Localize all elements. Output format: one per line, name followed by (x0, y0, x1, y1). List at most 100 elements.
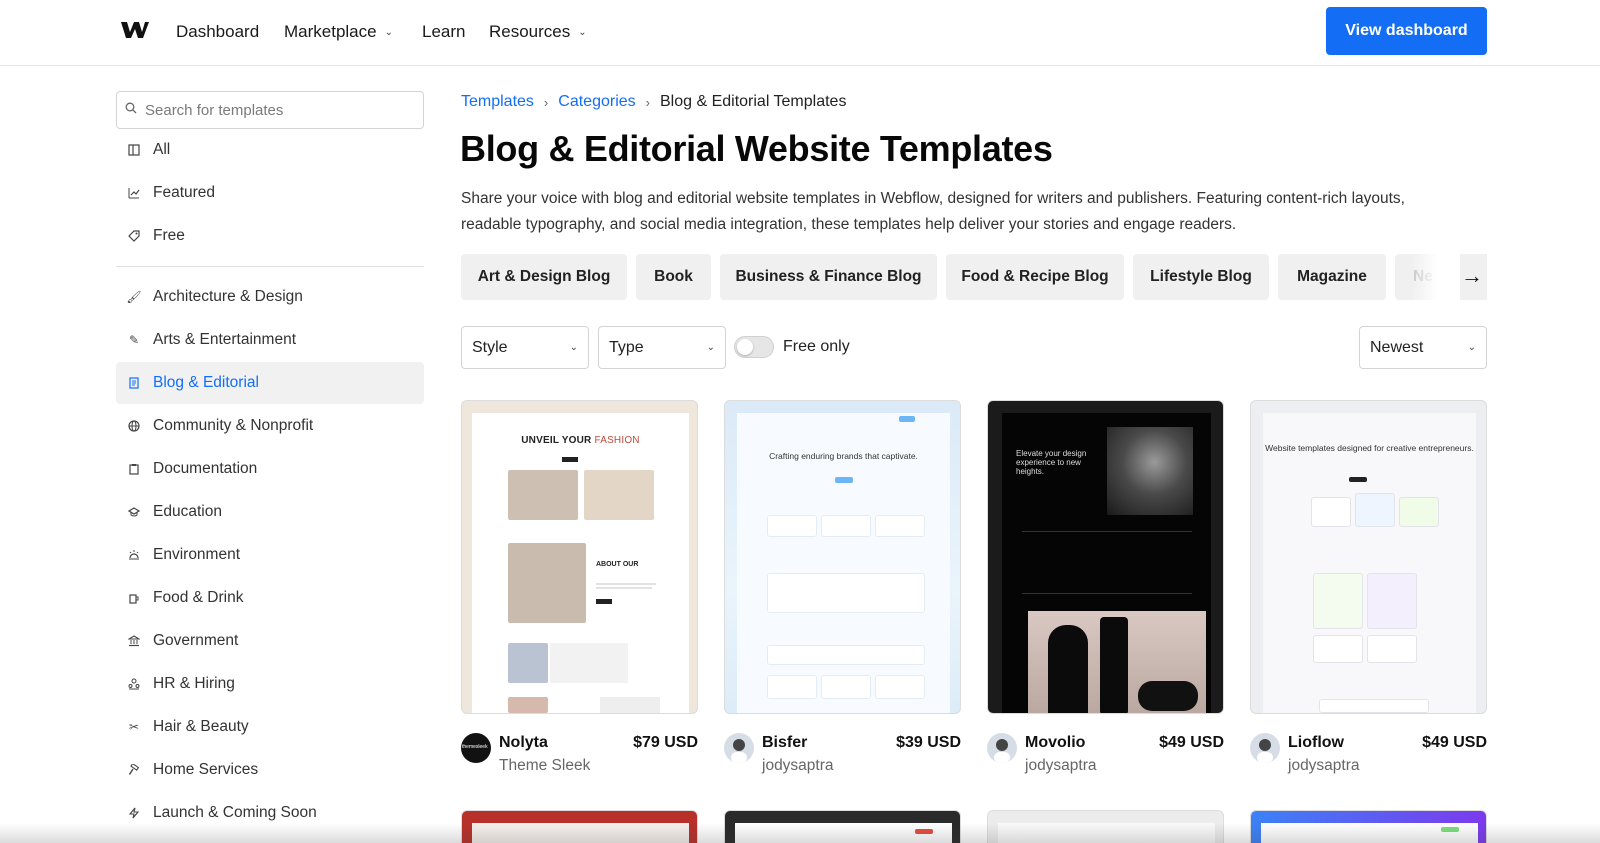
template-thumbnail[interactable]: Elevate your design experience to new he… (987, 400, 1224, 714)
template-name[interactable]: Lioflow (1288, 734, 1344, 752)
template-card[interactable]: Crafting enduring brands that captivate.… (724, 400, 961, 789)
template-author[interactable]: jodysaptra (762, 757, 834, 775)
thumb-divider (1022, 593, 1192, 594)
hammer-icon (127, 763, 141, 777)
webflow-logo-icon[interactable] (121, 20, 149, 40)
chevron-down-icon: ⌄ (569, 342, 578, 353)
sidebar-item-community-nonprofit[interactable]: Community & Nonprofit (116, 405, 424, 447)
template-search[interactable] (116, 91, 424, 129)
breadcrumb-categories-link[interactable]: Categories (558, 93, 635, 111)
top-navigation: Dashboard Marketplace ⌄ Learn Resources … (0, 0, 1600, 66)
template-name[interactable]: Bisfer (762, 734, 807, 752)
thumb-button (1349, 477, 1367, 482)
search-icon (125, 101, 137, 119)
chip-lifestyle-blog[interactable]: Lifestyle Blog (1133, 254, 1269, 300)
chip-book[interactable]: Book (636, 254, 711, 300)
template-thumbnail[interactable]: Website templates designed for creative … (1250, 400, 1487, 714)
thumbnail-headline: Elevate your design experience to new he… (1016, 449, 1087, 476)
sidebar-item-documentation[interactable]: Documentation (116, 448, 424, 490)
thumb-button (596, 599, 612, 604)
template-price: $49 USD (1159, 734, 1224, 751)
template-card-thumbnail[interactable] (1250, 810, 1487, 843)
thumb-preview (1311, 497, 1351, 527)
chip-art-design-blog[interactable]: Art & Design Blog (461, 254, 627, 300)
thumb-preview (1367, 573, 1417, 629)
sidebar-item-free[interactable]: Free (116, 215, 424, 257)
people-icon (127, 677, 141, 691)
thumb-button (915, 829, 933, 834)
template-thumbnail[interactable]: UNVEIL YOUR FASHION ABOUT OUR (461, 400, 698, 714)
pen-icon: ✎ (128, 333, 140, 347)
sidebar-item-hair-beauty[interactable]: ✂ Hair & Beauty (116, 706, 424, 748)
template-card[interactable]: Elevate your design experience to new he… (987, 400, 1224, 789)
thumb-feature (875, 515, 925, 537)
chevron-down-icon: ⌄ (706, 342, 715, 353)
sidebar-item-hr-hiring[interactable]: HR & Hiring (116, 663, 424, 705)
template-card[interactable]: Website templates designed for creative … (1250, 400, 1487, 789)
clipboard-icon (127, 462, 141, 476)
nav-dashboard[interactable]: Dashboard (176, 20, 259, 44)
thumb-block (600, 697, 660, 713)
thumbnail-headline: Crafting enduring brands that captivate. (769, 451, 918, 461)
sidebar-item-launch-coming-soon[interactable]: Launch & Coming Soon (116, 792, 424, 834)
sidebar-item-label: Food & Drink (153, 589, 244, 606)
style-filter-select[interactable]: Style ⌄ (461, 326, 589, 369)
sidebar-item-government[interactable]: Government (116, 620, 424, 662)
subcategory-chips: Art & Design Blog Book Business & Financ… (461, 254, 1487, 300)
sidebar-item-education[interactable]: Education (116, 491, 424, 533)
style-filter-value: Style (472, 338, 508, 356)
thumb-section-title: ABOUT OUR (596, 561, 639, 568)
sidebar-item-environment[interactable]: Environment (116, 534, 424, 576)
sidebar-item-home-services[interactable]: Home Services (116, 749, 424, 791)
sidebar-item-label: Documentation (153, 460, 258, 477)
sidebar-item-blog-editorial[interactable]: Blog & Editorial (116, 362, 424, 404)
template-author[interactable]: jodysaptra (1025, 757, 1097, 775)
nav-learn[interactable]: Learn (422, 20, 465, 44)
breadcrumb: Templates › Categories › Blog & Editoria… (461, 93, 846, 111)
arrow-right-icon[interactable]: → (1460, 263, 1484, 288)
sidebar-item-label: Home Services (153, 761, 259, 778)
thumbnail-page: Website templates designed for creative … (1263, 413, 1476, 713)
view-dashboard-button[interactable]: View dashboard (1326, 7, 1487, 55)
graduation-cap-icon (127, 505, 141, 519)
template-card-thumbnail[interactable] (987, 810, 1224, 843)
thumb-product-shape (1048, 625, 1088, 713)
thumbnail-page: Crafting enduring brands that captivate. (737, 413, 950, 713)
template-price: $49 USD (1422, 734, 1487, 751)
chip-business-finance-blog[interactable]: Business & Finance Blog (720, 254, 937, 300)
chevron-down-icon: ⌄ (1467, 342, 1476, 353)
nav-resources[interactable]: Resources ⌄ (489, 20, 587, 44)
sort-select[interactable]: Newest ⌄ (1359, 326, 1487, 369)
search-input[interactable] (145, 101, 405, 119)
thumb-section (767, 645, 925, 665)
sidebar-item-all[interactable]: All (116, 129, 424, 171)
template-name[interactable]: Movolio (1025, 734, 1085, 752)
thumbnail-headline: UNVEIL YOUR FASHION (472, 435, 689, 446)
template-author[interactable]: jodysaptra (1288, 757, 1360, 775)
template-name[interactable]: Nolyta (499, 734, 548, 752)
nav-marketplace[interactable]: Marketplace ⌄ (284, 20, 393, 44)
sidebar-item-label: Blog & Editorial (153, 374, 259, 391)
bank-icon (127, 634, 141, 648)
sidebar-item-architecture-design[interactable]: 🖌 Architecture & Design (116, 276, 424, 318)
template-card-thumbnail[interactable] (461, 810, 698, 843)
thumb-product-shape (1138, 681, 1198, 711)
breadcrumb-templates-link[interactable]: Templates (461, 93, 534, 111)
template-card[interactable]: UNVEIL YOUR FASHION ABOUT OUR themesleek… (461, 400, 698, 789)
sidebar-item-featured[interactable]: Featured (116, 172, 424, 214)
chip-magazine[interactable]: Magazine (1278, 254, 1386, 300)
template-card-thumbnail[interactable] (724, 810, 961, 843)
thumbnail-page (472, 823, 689, 843)
page-description: Share your voice with blog and editorial… (461, 190, 1405, 233)
template-author[interactable]: Theme Sleek (499, 757, 590, 775)
sidebar-item-food-drink[interactable]: Food & Drink (116, 577, 424, 619)
free-only-toggle[interactable] (734, 336, 774, 358)
chip-food-recipe-blog[interactable]: Food & Recipe Blog (946, 254, 1124, 300)
thumb-step (821, 675, 871, 699)
thumb-product-shape (1100, 617, 1128, 713)
avatar-text: themesleek (462, 744, 488, 750)
type-filter-select[interactable]: Type ⌄ (598, 326, 726, 369)
template-thumbnail[interactable]: Crafting enduring brands that captivate. (724, 400, 961, 714)
sidebar-item-arts-entertainment[interactable]: ✎ Arts & Entertainment (116, 319, 424, 361)
avatar (1250, 733, 1280, 763)
